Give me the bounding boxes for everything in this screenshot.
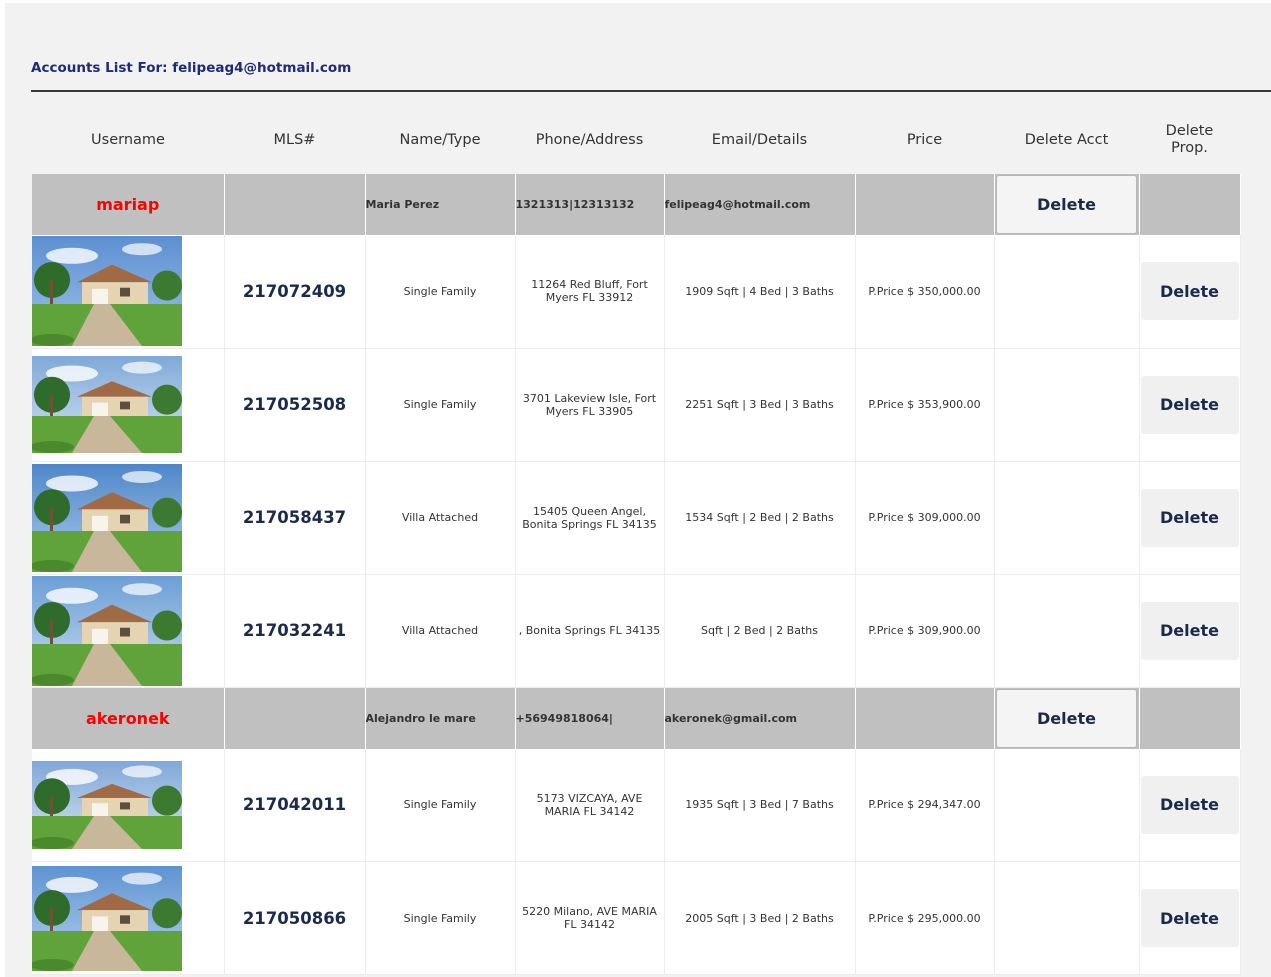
- property-delete-cell: Delete: [1139, 574, 1241, 688]
- account-row: akeronek Alejandro le mare +56949818064| ak…: [32, 687, 1241, 749]
- delete-property-button[interactable]: Delete: [1140, 262, 1239, 321]
- account-delete-cell: Delete: [994, 174, 1140, 235]
- property-address: 5220 Milano, AVE MARIA FL 34142: [515, 861, 665, 975]
- delete-property-button[interactable]: Delete: [1140, 488, 1239, 547]
- property-mls: 217042011: [224, 748, 366, 862]
- account-price-empty: [855, 687, 995, 749]
- property-details: 2251 Sqft | 3 Bed | 3 Baths: [664, 348, 856, 462]
- property-price: P.Price $ 350,000.00: [855, 235, 995, 349]
- property-price: P.Price $ 295,000.00: [855, 861, 995, 975]
- property-delete-cell: Delete: [1139, 861, 1241, 975]
- property-row: 217042011 Single Family 5173 VIZCAYA, AVE …: [32, 748, 1241, 862]
- accounts-panel: Accounts List For: felipeag4@hotmail.com…: [5, 3, 1271, 977]
- delete-property-button[interactable]: Delete: [1140, 889, 1239, 947]
- property-delete-cell: Delete: [1139, 461, 1241, 575]
- account-email: felipeag4@hotmail.com: [664, 174, 856, 235]
- account-username: mariap: [32, 174, 225, 235]
- property-delete-cell: Delete: [1139, 348, 1241, 462]
- property-row: 217072409 Single Family 11264 Red Bluff, F…: [32, 235, 1241, 349]
- property-type: Single Family: [365, 348, 516, 462]
- account-email: akeronek@gmail.com: [664, 687, 856, 749]
- accounts-table: Username MLS# Name/Type Phone/Address Em…: [32, 106, 1241, 975]
- account-prop-empty: [1139, 687, 1241, 749]
- header-delete-acct: Delete Acct: [1024, 131, 1109, 148]
- account-prop-empty: [1139, 174, 1241, 235]
- property-row: 217050866 Single Family 5220 Milano, AVE M…: [32, 861, 1241, 975]
- property-type: Single Family: [365, 861, 516, 975]
- header-mls: MLS#: [273, 131, 316, 148]
- property-photo: [32, 463, 182, 572]
- property-mls: 217072409: [224, 235, 366, 349]
- account-username: akeronek: [32, 687, 225, 749]
- property-type: Villa Attached: [365, 574, 516, 688]
- property-type: Single Family: [365, 748, 516, 862]
- header-phone-address: Phone/Address: [535, 131, 644, 148]
- property-row: 217052508 Single Family 3701 Lakeview Isle…: [32, 348, 1241, 462]
- property-mls: 217032241: [224, 574, 366, 688]
- account-phone: +56949818064|: [515, 687, 665, 749]
- property-photo: [32, 236, 182, 347]
- header-username: Username: [91, 131, 165, 148]
- delete-account-button[interactable]: Delete: [996, 175, 1137, 234]
- property-delete-cell: Delete: [1139, 235, 1241, 349]
- account-name: Alejandro le mare: [365, 687, 516, 749]
- property-price: P.Price $ 353,900.00: [855, 348, 995, 462]
- account-name: Maria Perez: [365, 174, 516, 235]
- property-mls: 217058437: [224, 461, 366, 575]
- property-address: , Bonita Springs FL 34135: [515, 574, 665, 688]
- account-phone: 1321313|12313132: [515, 174, 665, 235]
- delete-property-button[interactable]: Delete: [1140, 775, 1239, 834]
- property-mls: 217052508: [224, 348, 366, 462]
- property-delete-acct-empty: [994, 348, 1140, 462]
- delete-property-button[interactable]: Delete: [1140, 375, 1239, 434]
- account-price-empty: [855, 174, 995, 235]
- property-photo-cell: [32, 748, 225, 862]
- property-row: 217032241 Villa Attached, Bonita Springs …: [32, 574, 1241, 688]
- delete-property-button[interactable]: Delete: [1140, 601, 1239, 660]
- header-email-details: Email/Details: [711, 131, 808, 148]
- property-delete-acct-empty: [994, 461, 1140, 575]
- delete-account-button[interactable]: Delete: [996, 688, 1137, 748]
- property-details: 2005 Sqft | 3 Bed | 2 Baths: [664, 861, 856, 975]
- property-delete-acct-empty: [994, 861, 1140, 975]
- title-divider: [31, 90, 1271, 92]
- property-type: Villa Attached: [365, 461, 516, 575]
- property-details: 1935 Sqft | 3 Bed | 7 Baths: [664, 748, 856, 862]
- header-name-type: Name/Type: [399, 131, 481, 148]
- property-address: 5173 VIZCAYA, AVE MARIA FL 34142: [515, 748, 665, 862]
- page-title: Accounts List For: felipeag4@hotmail.com: [31, 60, 352, 76]
- property-details: Sqft | 2 Bed | 2 Baths: [664, 574, 856, 688]
- property-address: 15405 Queen Angel, Bonita Springs FL 341…: [515, 461, 665, 575]
- property-price: P.Price $ 294,347.00: [855, 748, 995, 862]
- property-delete-acct-empty: [994, 748, 1140, 862]
- account-delete-cell: Delete: [994, 687, 1140, 749]
- property-price: P.Price $ 309,000.00: [855, 461, 995, 575]
- property-photo: [32, 760, 182, 849]
- property-photo: [32, 356, 182, 453]
- property-type: Single Family: [365, 235, 516, 349]
- header-delete-prop: Delete Prop.: [1165, 123, 1214, 156]
- property-details: 1534 Sqft | 2 Bed | 2 Baths: [664, 461, 856, 575]
- property-delete-acct-empty: [994, 574, 1140, 688]
- account-mls-empty: [224, 174, 366, 235]
- property-photo-cell: [32, 235, 225, 349]
- property-delete-acct-empty: [994, 235, 1140, 349]
- property-mls: 217050866: [224, 861, 366, 975]
- property-address: 11264 Red Bluff, Fort Myers FL 33912: [515, 235, 665, 349]
- property-photo-cell: [32, 348, 225, 462]
- property-price: P.Price $ 309,900.00: [855, 574, 995, 688]
- property-row: 217058437 Villa Attached 15405 Queen Angel…: [32, 461, 1241, 575]
- property-photo-cell: [32, 461, 225, 575]
- property-photo-cell: [32, 574, 225, 688]
- property-photo: [32, 865, 182, 971]
- table-header-row: Username MLS# Name/Type Phone/Address Em…: [32, 106, 1240, 174]
- property-address: 3701 Lakeview Isle, Fort Myers FL 33905: [515, 348, 665, 462]
- property-photo-cell: [32, 861, 225, 975]
- account-mls-empty: [224, 687, 366, 749]
- header-price: Price: [906, 131, 943, 148]
- property-details: 1909 Sqft | 4 Bed | 3 Baths: [664, 235, 856, 349]
- account-row: mariap Maria Perez 1321313|12313132 felipea…: [32, 174, 1241, 235]
- property-delete-cell: Delete: [1139, 748, 1241, 862]
- property-photo: [32, 575, 182, 686]
